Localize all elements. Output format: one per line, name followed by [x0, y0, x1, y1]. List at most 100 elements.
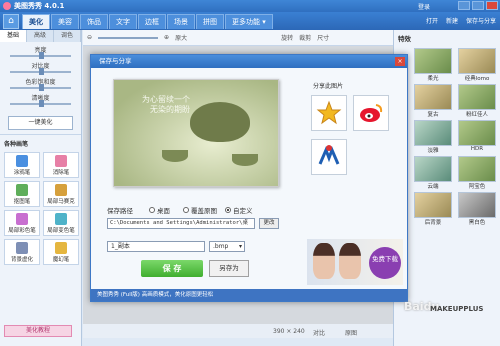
change-path-button[interactable]: 更改	[259, 218, 279, 229]
tool-label: 消除笔	[52, 170, 70, 176]
tab-more[interactable]: 更多功能 ▾	[225, 14, 273, 29]
slider-knob[interactable]	[38, 100, 44, 107]
tool-magic[interactable]: 魔幻笔	[43, 239, 79, 265]
download-ad-banner[interactable]: 免费下载	[307, 239, 403, 285]
filename-input[interactable]: 1_副本	[107, 241, 205, 252]
slider-knob[interactable]	[38, 68, 44, 75]
effect-item[interactable]: HDR	[458, 120, 496, 154]
effect-item[interactable]: 柔光	[414, 48, 452, 82]
effect-item[interactable]: 阿宝色	[458, 156, 496, 190]
contrast-slider[interactable]: 对比度	[6, 61, 75, 77]
model-photo	[313, 243, 335, 279]
tool-recolor[interactable]: 局部变色笔	[43, 210, 79, 236]
tab-accessories[interactable]: 饰品	[80, 14, 108, 29]
tool-doodle[interactable]: 涂鸦笔	[4, 152, 40, 178]
open-button[interactable]: 打开	[426, 16, 438, 25]
tab-frame[interactable]: 边框	[138, 14, 166, 29]
slider-knob[interactable]	[38, 52, 44, 59]
tab-text[interactable]: 文字	[109, 14, 137, 29]
dialog-close-button[interactable]: ×	[395, 57, 405, 66]
tool-label: 局部马赛克	[47, 199, 75, 205]
zoom-out-icon[interactable]: ⊖	[87, 34, 92, 41]
free-download-badge[interactable]: 免费下载	[369, 247, 401, 279]
subtab-advanced[interactable]: 高级	[27, 30, 54, 42]
radio-dot	[149, 207, 155, 213]
effect-item[interactable]: 黑白色	[458, 192, 496, 226]
rotate-button[interactable]: 旋转	[281, 33, 293, 42]
tool-cutout[interactable]: 抠图笔	[4, 181, 40, 207]
share-renren-button[interactable]	[311, 139, 347, 175]
actual-size-button[interactable]: 原大	[175, 33, 187, 42]
adjust-subtabs: 基础 高级 调色	[0, 30, 81, 42]
radio-label: 桌面	[157, 207, 170, 215]
crop-button[interactable]: 裁剪	[299, 33, 311, 42]
effect-thumbnail	[458, 156, 496, 182]
save-share-button[interactable]: 保存与分享	[466, 16, 496, 25]
radio-desktop[interactable]: 桌面	[149, 205, 170, 215]
effect-label: 柔光	[427, 76, 439, 82]
slider-knob[interactable]	[38, 84, 44, 91]
tool-mosaic[interactable]: 局部马赛克	[43, 181, 79, 207]
login-link[interactable]: 登录	[418, 2, 430, 11]
resize-button[interactable]: 尺寸	[317, 33, 329, 42]
file-actions: 打开 新建 保存与分享	[426, 16, 496, 25]
tab-scene[interactable]: 场景	[167, 14, 195, 29]
effect-item[interactable]: 云端	[414, 156, 452, 190]
effect-label: HDR	[470, 146, 484, 152]
save-as-button[interactable]: 另存为	[209, 260, 249, 277]
new-button[interactable]: 新建	[446, 16, 458, 25]
brightness-slider[interactable]: 亮度	[6, 45, 75, 61]
original-button[interactable]: 原图	[345, 328, 357, 337]
subtab-color[interactable]: 调色	[54, 30, 81, 42]
radio-custom[interactable]: 自定义	[225, 205, 253, 215]
effect-thumbnail	[414, 156, 452, 182]
effect-thumbnail	[414, 48, 452, 74]
tab-beauty[interactable]: 美容	[51, 14, 79, 29]
share-label: 分享此图片	[313, 83, 344, 90]
effect-item[interactable]: 后背景	[414, 192, 452, 226]
brush-icon	[16, 155, 28, 167]
effect-label: 阿宝色	[468, 184, 486, 190]
effect-item[interactable]: 经典lomo	[458, 48, 496, 82]
tool-color-brush[interactable]: 局部彩色笔	[4, 210, 40, 236]
tool-eraser[interactable]: 消除笔	[43, 152, 79, 178]
one-click-beautify-button[interactable]: 一键美化	[8, 116, 73, 130]
share-qzone-button[interactable]	[311, 95, 347, 131]
brush-tools: 涂鸦笔 消除笔 抠图笔 局部马赛克 局部彩色笔 局部变色笔 背景虚化 魔幻笔	[0, 150, 81, 267]
effect-item[interactable]: 淡雅	[414, 120, 452, 154]
image-preview: 为心留续一个 无染的期盼	[113, 79, 279, 187]
effect-thumbnail	[458, 84, 496, 110]
radio-overwrite[interactable]: 覆盖原图	[183, 205, 217, 215]
effect-label: 黑白色	[468, 220, 486, 226]
maximize-button[interactable]	[472, 1, 484, 10]
effects-grid: 柔光 经典lomo 复古 粉红佳人 淡雅 HDR 云端 阿宝色 后背景 黑白色	[394, 46, 500, 228]
format-select[interactable]: .bmp ▾	[209, 241, 245, 252]
tool-blur-bg[interactable]: 背景虚化	[4, 239, 40, 265]
preview-caption-line-2: 无染的期盼	[150, 105, 190, 114]
saturation-slider[interactable]: 色彩饱和度	[6, 77, 75, 93]
save-button[interactable]: 保 存	[141, 260, 203, 277]
effects-title: 特效	[398, 35, 411, 43]
home-button[interactable]: ⌂	[3, 14, 19, 29]
color-bucket-icon	[55, 213, 67, 225]
save-path-field[interactable]: C:\Documents and Settings\Administrator\…	[107, 218, 255, 229]
sharpness-slider[interactable]: 清晰度	[6, 93, 75, 109]
effect-item[interactable]: 粉红佳人	[458, 84, 496, 118]
zoom-in-icon[interactable]: ⊕	[164, 34, 169, 41]
tab-collage[interactable]: 拼图	[196, 14, 224, 29]
model-photo	[339, 243, 361, 279]
app-logo-icon	[3, 2, 11, 10]
tab-beautify[interactable]: 美化	[22, 14, 50, 29]
effect-item[interactable]: 复古	[414, 84, 452, 118]
tutorial-button[interactable]: 美化教程	[4, 325, 72, 337]
radio-dot	[183, 207, 189, 213]
close-window-button[interactable]	[486, 1, 498, 10]
share-weibo-button[interactable]	[353, 95, 389, 131]
compare-button[interactable]: 对比	[313, 328, 325, 337]
radio-label: 覆盖原图	[191, 207, 217, 215]
zoom-slider[interactable]	[98, 36, 159, 39]
subtab-basic[interactable]: 基础	[0, 30, 27, 42]
weibo-icon	[360, 104, 383, 122]
status-bar: 390 × 240 对比 原图	[83, 324, 393, 338]
minimize-button[interactable]	[458, 1, 470, 10]
